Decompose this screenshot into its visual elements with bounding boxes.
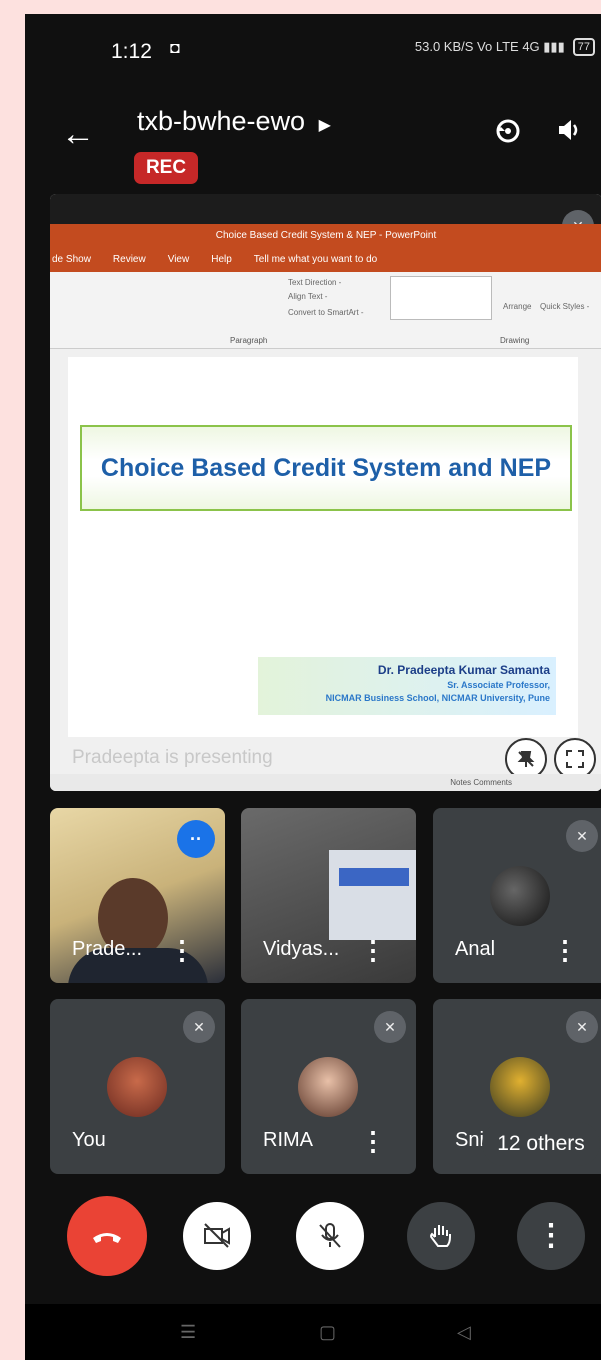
more-options-icon[interactable]: ⋮	[552, 937, 578, 963]
ribbon-item: Text Direction -	[288, 278, 342, 287]
participant-name: Vidyas...	[263, 938, 340, 960]
author-name: Dr. Pradeepta Kumar Samanta	[377, 663, 550, 677]
more-options-icon[interactable]: ⋮	[169, 937, 195, 963]
status-bar: 1:12 ◘ 53.0 KB/S Vo LTE 4G ▮▮▮ 77	[25, 14, 601, 76]
ribbon-item: Align Text -	[288, 292, 328, 301]
back-nav-icon[interactable]: ◁	[457, 1322, 471, 1343]
avatar	[107, 1057, 167, 1117]
system-nav-bar: ☰ ▢ ◁	[25, 1304, 601, 1360]
chevron-right-icon: ▶	[318, 117, 331, 134]
menu-item: Help	[211, 254, 232, 265]
participant-tile[interactable]: ✕ RIMA ⋮	[241, 999, 416, 1174]
mic-off-icon	[319, 1223, 341, 1248]
participant-name: Sni	[455, 1129, 484, 1151]
mic-off-button[interactable]	[296, 1202, 364, 1270]
switch-camera-icon[interactable]	[493, 116, 523, 153]
home-nav-icon[interactable]: ▢	[319, 1322, 336, 1343]
slide: Choice Based Credit System and NEP Dr. P…	[68, 357, 578, 737]
fullscreen-icon	[566, 750, 584, 768]
powerpoint-title: Choice Based Credit System & NEP - Power…	[50, 224, 601, 248]
more-options-icon[interactable]: ⋮	[360, 937, 386, 963]
clock: 1:12	[111, 40, 152, 63]
ribbon-group-label: Drawing	[500, 336, 530, 345]
end-call-button[interactable]	[67, 1196, 147, 1276]
battery-icon: 77	[572, 38, 595, 56]
screen-record-icon: ◘	[170, 40, 180, 57]
author-school: NICMAR Business School, NICMAR Universit…	[325, 693, 550, 703]
ribbon-group-label: Paragraph	[230, 336, 268, 345]
end-call-icon	[93, 1233, 121, 1243]
more-options-button[interactable]: ⋮	[517, 1202, 585, 1270]
participant-tile[interactable]: Vidyas... ⋮	[241, 808, 416, 983]
participant-tile[interactable]: ·· Prade... ⋮	[50, 808, 225, 983]
menu-item: de Show	[52, 254, 91, 265]
avatar	[490, 1057, 550, 1117]
unpin-icon	[517, 751, 535, 767]
camera-off-icon	[204, 1223, 230, 1248]
meeting-code[interactable]: txb-bwhe-ewo ▶	[137, 106, 331, 137]
raise-hand-icon	[430, 1225, 451, 1247]
menu-item: Review	[112, 254, 146, 265]
participant-tile[interactable]: ✕ Anal ⋮	[433, 808, 601, 983]
recording-badge: REC	[134, 152, 198, 184]
more-options-icon: ⋮	[536, 1219, 566, 1252]
mic-off-icon: ✕	[566, 820, 598, 852]
author-role: Sr. Associate Professor,	[447, 680, 550, 690]
author-box: Dr. Pradeepta Kumar Samanta Sr. Associat…	[258, 657, 556, 715]
mic-off-icon: ✕	[374, 1011, 406, 1043]
others-count-chip[interactable]: 12 others	[482, 1122, 600, 1166]
network-indicators: 53.0 KB/S Vo LTE 4G ▮▮▮	[414, 39, 565, 54]
participant-video-screen	[339, 868, 409, 886]
mic-off-icon: ✕	[183, 1011, 215, 1043]
participant-tile[interactable]: ✕ You	[50, 999, 225, 1174]
camera-off-button[interactable]	[183, 1202, 251, 1270]
slide-title: Choice Based Credit System and NEP	[80, 425, 572, 511]
status-indicators: 53.0 KB/S Vo LTE 4G ▮▮▮ 77	[415, 38, 595, 56]
more-options-icon[interactable]: ⋮	[360, 1128, 386, 1154]
avatar	[298, 1057, 358, 1117]
menu-item: View	[167, 254, 190, 265]
menu-nav-icon[interactable]: ☰	[180, 1322, 196, 1343]
speaker-icon[interactable]	[555, 116, 583, 151]
ribbon-item: Quick Styles -	[540, 302, 590, 311]
participant-name: Anal	[455, 938, 496, 960]
meeting-code-text: txb-bwhe-ewo	[137, 106, 306, 136]
ribbon-item: Arrange	[503, 302, 532, 311]
powerpoint-ribbon: Text Direction - Align Text - Convert to…	[50, 272, 601, 349]
powerpoint-status-bar: Notes Comments	[50, 774, 601, 791]
participant-name: You	[72, 1129, 106, 1151]
participant-name: RIMA	[263, 1129, 313, 1151]
mic-off-icon: ✕	[566, 1011, 598, 1043]
participant-video	[329, 850, 416, 940]
back-arrow-icon[interactable]: ←	[61, 117, 95, 151]
powerpoint-menu: de Show Review View Help Tell me what yo…	[50, 248, 601, 272]
presenting-label: Pradeepta is presenting	[72, 747, 273, 768]
speaking-indicator-icon: ··	[177, 820, 215, 858]
phone-screen: 1:12 ◘ 53.0 KB/S Vo LTE 4G ▮▮▮ 77 ← txb-…	[25, 14, 601, 1360]
shapes-gallery	[390, 276, 492, 320]
avatar	[490, 866, 550, 926]
presentation-view[interactable]: ✕ Choice Based Credit System & NEP - Pow…	[50, 194, 601, 791]
menu-item: Tell me what you want to do	[253, 254, 378, 265]
presentation-top-strip	[50, 194, 601, 224]
ribbon-item: Convert to SmartArt -	[288, 308, 364, 317]
participant-name: Prade...	[72, 938, 143, 960]
raise-hand-button[interactable]	[407, 1202, 475, 1270]
